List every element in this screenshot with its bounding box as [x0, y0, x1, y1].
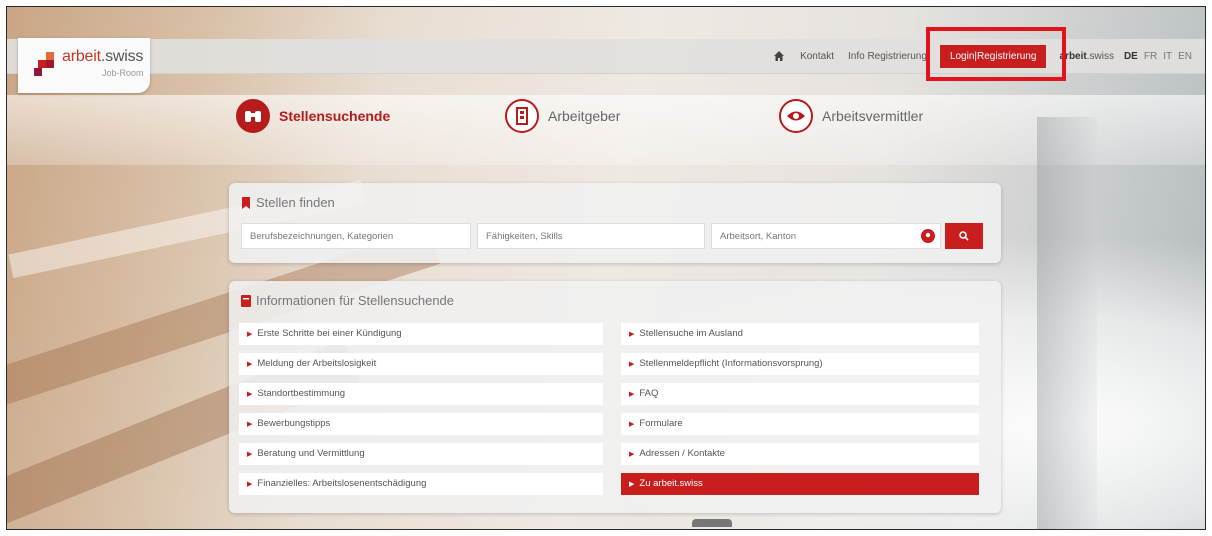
bookmark-search-icon: [242, 196, 250, 209]
search-button[interactable]: [945, 223, 983, 249]
search-icon: [959, 230, 969, 241]
building-icon: [505, 99, 539, 133]
info-link-stellenmeldepflicht[interactable]: ▶ Stellenmeldepflicht (Informationsvorspr…: [621, 353, 979, 375]
tab-stellensuchende[interactable]: Stellensuchende: [236, 99, 390, 133]
info-link-zu-arbeit-swiss[interactable]: ▶ Zu arbeit.swiss: [621, 473, 979, 495]
logo-mark-icon: [34, 52, 54, 76]
info-link-faq[interactable]: ▶ FAQ: [621, 383, 979, 405]
nav-arbeit-swiss-link[interactable]: arbeit.swiss: [1059, 51, 1113, 62]
info-link-meldung[interactable]: ▶ Meldung der Arbeitslosigkeit: [239, 353, 603, 375]
skills-input[interactable]: Fähigkeiten, Skills: [477, 223, 705, 249]
eye-icon: [779, 99, 813, 133]
info-link-standortbestimmung[interactable]: ▶ Standortbestimmung: [239, 383, 603, 405]
search-panel-title: Stellen finden: [241, 195, 335, 210]
info-link-bewerbungstipps[interactable]: ▶ Bewerbungstipps: [239, 413, 603, 435]
info-link-erste-schritte[interactable]: ▶ Erste Schritte bei einer Kündigung: [239, 323, 603, 345]
lang-fr[interactable]: FR: [1144, 51, 1157, 62]
home-icon[interactable]: [773, 50, 785, 62]
info-link-finanzielles[interactable]: ▶ Finanzielles: Arbeitslosenentschädigung: [239, 473, 603, 495]
lang-it[interactable]: IT: [1163, 51, 1172, 62]
tab-arbeitgeber-label: Arbeitgeber: [548, 108, 621, 124]
logo-text: arbeit.swiss: [62, 48, 144, 65]
logo[interactable]: arbeit.swiss Job-Room: [18, 38, 150, 93]
location-input[interactable]: Arbeitsort, Kanton: [711, 223, 941, 249]
info-link-adressen[interactable]: ▶ Adressen / Kontakte: [621, 443, 979, 465]
tab-arbeitgeber[interactable]: Arbeitgeber: [505, 99, 620, 133]
login-register-button[interactable]: Login|Registrierung: [939, 44, 1047, 68]
info-link-ausland[interactable]: ▶ Stellensuche im Ausland: [621, 323, 979, 345]
tab-stellensuchende-label: Stellensuchende: [279, 108, 391, 124]
info-panel-title: Informationen für Stellensuchende: [241, 293, 454, 308]
search-panel: Stellen finden Berufsbezeichnungen, Kate…: [229, 183, 1001, 263]
lang-de[interactable]: DE: [1124, 51, 1138, 62]
background-pillar: [1037, 117, 1097, 529]
logo-subtitle: Job-Room: [102, 68, 144, 78]
nav-info-registrierung-link[interactable]: Info Registrierung: [848, 51, 927, 62]
login-wrapper: Login|Registrierung: [925, 26, 1066, 81]
info-panel: Informationen für Stellensuchende ▶ Erste…: [229, 281, 1001, 513]
binoculars-icon: [236, 99, 270, 133]
book-icon: [241, 294, 251, 307]
location-pin-icon[interactable]: [921, 229, 935, 243]
tab-arbeitsvermittler[interactable]: Arbeitsvermittler: [779, 99, 923, 133]
info-link-formulare[interactable]: ▶ Formulare: [621, 413, 979, 435]
lang-en[interactable]: EN: [1178, 51, 1192, 62]
nav-kontakt-link[interactable]: Kontakt: [800, 51, 834, 62]
job-title-input[interactable]: Berufsbezeichnungen, Kategorien: [241, 223, 471, 249]
top-navigation: Kontakt Info Registrierung Login|Registr…: [765, 26, 1195, 81]
page-frame: arbeit.swiss Job-Room Kontakt Info Regis…: [6, 6, 1206, 530]
info-link-beratung[interactable]: ▶ Beratung und Vermittlung: [239, 443, 603, 465]
tab-arbeitsvermittler-label: Arbeitsvermittler: [822, 108, 924, 124]
background-object: [692, 519, 732, 527]
